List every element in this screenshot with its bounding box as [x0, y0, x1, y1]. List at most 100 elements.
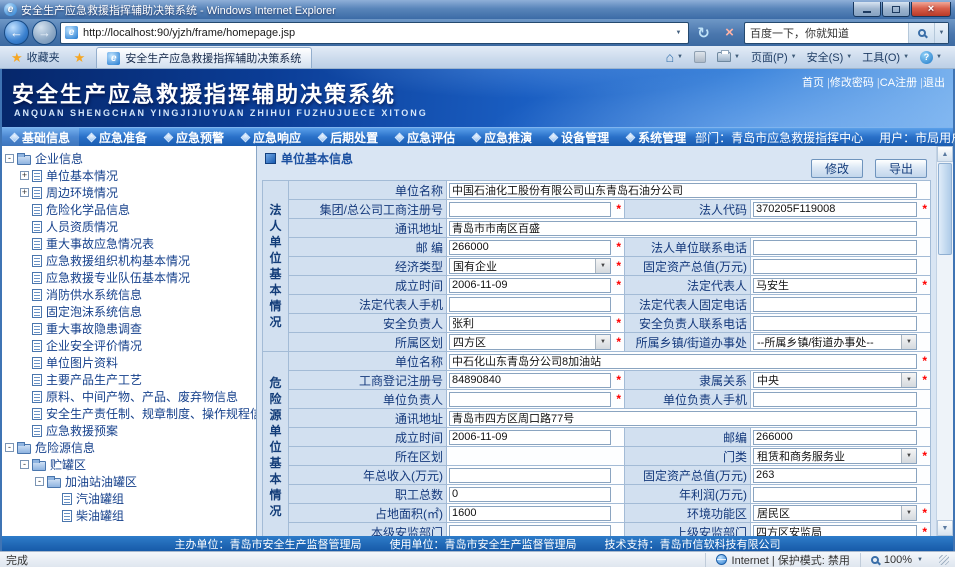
tree-item[interactable]: 主要产品生产工艺	[2, 371, 256, 388]
search-button[interactable]	[908, 23, 934, 43]
address-input[interactable]	[83, 27, 671, 39]
tree-item[interactable]: -危险源信息	[2, 439, 256, 456]
text-input[interactable]	[449, 297, 611, 312]
text-input[interactable]	[449, 316, 611, 331]
tree-item[interactable]: -企业信息	[2, 150, 256, 167]
select-field[interactable]: 中央▼	[753, 372, 917, 388]
text-input[interactable]	[449, 202, 611, 217]
select-field[interactable]: --所属乡镇/街道办事处--▼	[753, 334, 917, 350]
select-field[interactable]: 四方区▼	[449, 334, 611, 350]
select-field[interactable]: 国有企业▼	[449, 258, 611, 274]
tree-item[interactable]: 安全生产责任制、规章制度、操作规程信息	[2, 405, 256, 422]
nav-item-3[interactable]: 应急预警	[156, 128, 233, 146]
tree-item[interactable]: 企业安全评价情况	[2, 337, 256, 354]
header-link-2[interactable]: 修改密码	[830, 77, 874, 89]
expand-icon[interactable]: +	[20, 188, 29, 197]
nav-item-9[interactable]: 系统管理	[618, 128, 695, 146]
scroll-up-icon[interactable]: ▲	[937, 146, 953, 162]
window-titlebar[interactable]: e 安全生产应急救援指挥辅助决策系统 - Windows Internet Ex…	[0, 0, 955, 19]
address-dropdown-icon[interactable]: ▼	[671, 30, 686, 36]
refresh-button[interactable]: ↻	[692, 21, 715, 44]
tree-item[interactable]: 固定泡沫系统信息	[2, 303, 256, 320]
add-favorite-button[interactable]: ★	[67, 49, 93, 66]
nav-item-8[interactable]: 设备管理	[541, 128, 618, 146]
collapse-icon[interactable]: -	[5, 154, 14, 163]
command-menu-1[interactable]: 页面(P)▼	[746, 47, 802, 67]
tree-item[interactable]: -加油站油罐区	[2, 473, 256, 490]
tree-item[interactable]: 应急救援组织机构基本情况	[2, 252, 256, 269]
collapse-icon[interactable]: -	[5, 443, 14, 452]
header-link-3[interactable]: CA注册	[880, 77, 917, 89]
text-input[interactable]	[753, 468, 917, 483]
text-input[interactable]	[753, 487, 917, 502]
text-input[interactable]	[449, 411, 917, 426]
command-menu-2[interactable]: 安全(S)▼	[802, 47, 858, 67]
header-link-4[interactable]: 退出	[923, 77, 945, 89]
tree-item[interactable]: 应急救援专业队伍基本情况	[2, 269, 256, 286]
minimize-button[interactable]	[853, 2, 881, 17]
back-button[interactable]: ←	[4, 20, 29, 45]
text-input[interactable]	[449, 278, 611, 293]
print-button[interactable]: ▼	[712, 50, 745, 64]
text-input[interactable]	[753, 392, 917, 407]
tree-item[interactable]: 原料、中间产物、产品、废弃物信息	[2, 388, 256, 405]
text-input[interactable]	[753, 240, 917, 255]
select-field[interactable]: 居民区▼	[753, 505, 917, 521]
text-input[interactable]	[449, 373, 611, 388]
text-input[interactable]	[449, 240, 611, 255]
text-input[interactable]	[753, 525, 917, 537]
tree-item[interactable]: 人员资质情况	[2, 218, 256, 235]
text-input[interactable]	[753, 278, 917, 293]
resize-grip[interactable]	[939, 555, 949, 565]
nav-item-4[interactable]: 应急响应	[233, 128, 310, 146]
nav-item-2[interactable]: 应急准备	[79, 128, 156, 146]
tree-item[interactable]: 汽油罐组	[2, 490, 256, 507]
select-field[interactable]: 租赁和商务服务业▼	[753, 448, 917, 464]
expand-icon[interactable]: +	[20, 171, 29, 180]
zoom-control[interactable]: 100% ▼	[860, 553, 933, 567]
help-button[interactable]: ? ▼	[915, 49, 947, 66]
home-button[interactable]: ⌂ ▼	[661, 48, 688, 66]
text-input[interactable]	[449, 221, 917, 236]
favorites-button[interactable]: ★ 收藏夹	[4, 47, 67, 67]
text-input[interactable]	[753, 297, 917, 312]
text-input[interactable]	[753, 316, 917, 331]
feeds-button[interactable]	[689, 49, 711, 65]
tree-item[interactable]: 单位图片资料	[2, 354, 256, 371]
browser-tab[interactable]: e 安全生产应急救援指挥辅助决策系统	[96, 47, 312, 68]
text-input[interactable]	[449, 468, 611, 483]
maximize-button[interactable]	[882, 2, 910, 17]
search-input[interactable]	[745, 27, 908, 39]
text-input[interactable]	[449, 506, 611, 521]
text-input[interactable]	[753, 430, 917, 445]
tree-item[interactable]: 重大事故隐患调查	[2, 320, 256, 337]
text-input[interactable]	[753, 259, 917, 274]
tree-item[interactable]: 消防供水系统信息	[2, 286, 256, 303]
nav-item-7[interactable]: 应急推演	[464, 128, 541, 146]
nav-item-1[interactable]: 基础信息	[2, 128, 79, 146]
collapse-icon[interactable]: -	[35, 477, 44, 486]
address-bar[interactable]: e ▼	[60, 22, 689, 44]
text-input[interactable]	[449, 487, 611, 502]
collapse-icon[interactable]: -	[20, 460, 29, 469]
tree-item[interactable]: 柴油罐组	[2, 507, 256, 524]
text-input[interactable]	[449, 354, 917, 369]
scroll-down-icon[interactable]: ▼	[937, 520, 953, 536]
tree-item[interactable]: 应急救援预案	[2, 422, 256, 439]
text-input[interactable]	[753, 202, 917, 217]
export-button[interactable]: 导出	[875, 159, 927, 178]
tree-item[interactable]: +单位基本情况	[2, 167, 256, 184]
tree-item[interactable]: -贮罐区	[2, 456, 256, 473]
nav-item-5[interactable]: 后期处置	[310, 128, 387, 146]
text-input[interactable]	[449, 392, 611, 407]
header-link-1[interactable]: 首页	[802, 77, 824, 89]
stop-button[interactable]: ×	[718, 21, 741, 44]
vertical-scrollbar[interactable]: ▲ ▼	[936, 146, 953, 536]
tree-item[interactable]: +周边环境情况	[2, 184, 256, 201]
text-input[interactable]	[449, 430, 611, 445]
search-box[interactable]: ▼	[744, 22, 949, 44]
modify-button[interactable]: 修改	[811, 159, 863, 178]
scroll-thumb[interactable]	[938, 163, 952, 255]
tree-item[interactable]: 重大事故应急情况表	[2, 235, 256, 252]
text-input[interactable]	[449, 525, 611, 536]
